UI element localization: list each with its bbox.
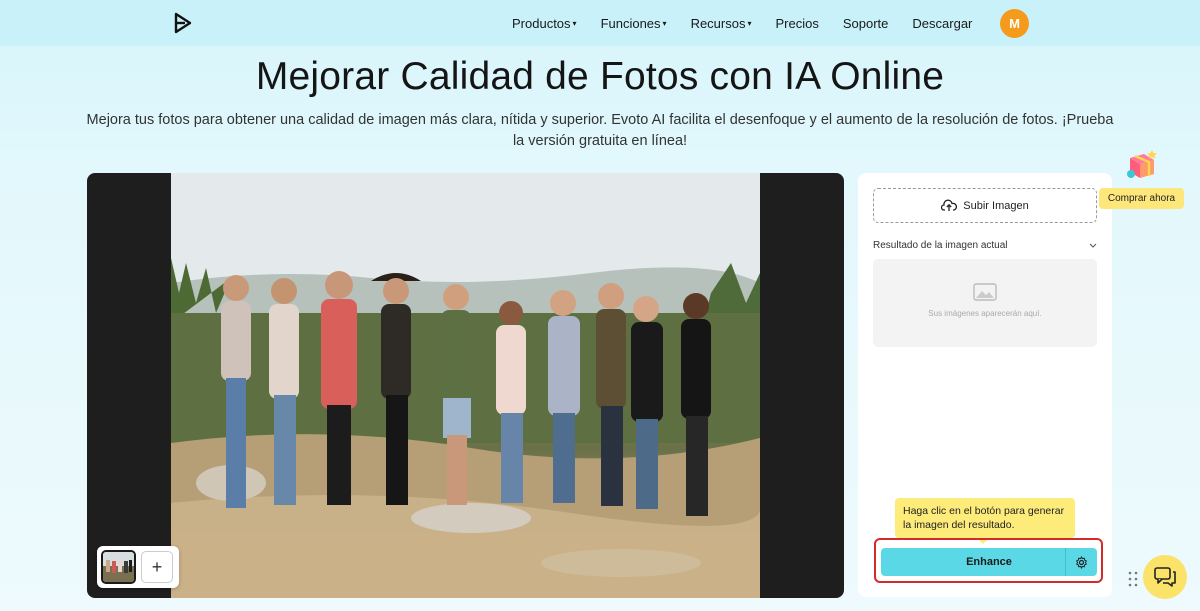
nav-item-label: Soporte	[842, 15, 889, 31]
thumbnail-image	[103, 552, 134, 582]
result-image-placeholder: Sus imágenes aparecerán aquí.	[873, 259, 1097, 347]
enhance-tooltip: Haga clic en el botón para generar la im…	[895, 498, 1075, 544]
photo-thumbnail[interactable]	[101, 550, 136, 584]
user-avatar[interactable]: M	[1000, 9, 1029, 38]
page-subtitle: Mejora tus fotos para obtener una calida…	[86, 112, 1114, 149]
caret-down-icon: ▾	[572, 18, 577, 28]
result-label: Resultado de la imagen actual	[873, 239, 1008, 251]
cloud-upload-icon	[941, 199, 958, 211]
empty-result-text: Sus imágenes aparecerán aquí.	[928, 309, 1042, 318]
enhance-settings-button[interactable]	[1065, 548, 1097, 576]
nav-item-funciones[interactable]: Funciones ▾	[601, 16, 667, 31]
caret-down-icon: ▾	[662, 18, 667, 28]
top-navbar: Productos ▾ Funciones ▾ Recursos ▾ Preci…	[0, 0, 1200, 46]
nav-item-label: Funciones	[600, 15, 661, 31]
nav-item-label: Descargar	[912, 15, 973, 31]
gear-icon	[1075, 555, 1088, 569]
chevron-down-icon	[1089, 243, 1097, 248]
enhance-highlight-frame: Enhance	[874, 538, 1103, 583]
enhance-button[interactable]: Enhance	[881, 548, 1097, 576]
add-image-button[interactable]: +	[141, 551, 173, 583]
nav-item-descargar[interactable]: Descargar	[912, 16, 972, 31]
enhance-label: Enhance	[966, 556, 1012, 568]
group-photo	[171, 173, 761, 598]
buy-now-button[interactable]: Comprar ahora	[1099, 188, 1184, 209]
chat-support-button[interactable]	[1143, 555, 1187, 599]
caret-down-icon: ▾	[747, 18, 752, 28]
chat-icon	[1154, 567, 1176, 587]
nav-item-label: Precios	[775, 15, 819, 31]
nav-item-recursos[interactable]: Recursos ▾	[691, 16, 752, 31]
nav-item-precios[interactable]: Precios	[776, 16, 819, 31]
nav-item-soporte[interactable]: Soporte	[843, 16, 889, 31]
upload-image-label: Subir Imagen	[963, 199, 1029, 212]
gift-icon[interactable]	[1122, 144, 1160, 182]
result-dropdown[interactable]: Resultado de la imagen actual	[873, 238, 1097, 252]
upload-image-button[interactable]: Subir Imagen	[873, 188, 1097, 223]
image-placeholder-icon	[973, 283, 997, 301]
thumbnail-bar: +	[97, 546, 179, 588]
evoto-logo-icon[interactable]	[172, 11, 194, 35]
nav-item-label: Recursos	[690, 15, 746, 31]
group-photo-illustration	[171, 173, 761, 598]
nav-item-productos[interactable]: Productos ▾	[512, 16, 577, 31]
nav-menu: Productos ▾ Funciones ▾ Recursos ▾ Preci…	[512, 0, 996, 46]
page-title: Mejorar Calidad de Fotos con IA Online	[255, 55, 945, 98]
nav-item-label: Productos	[512, 15, 571, 31]
drag-handle-icon[interactable]	[1128, 570, 1138, 588]
image-preview-panel	[87, 173, 844, 598]
